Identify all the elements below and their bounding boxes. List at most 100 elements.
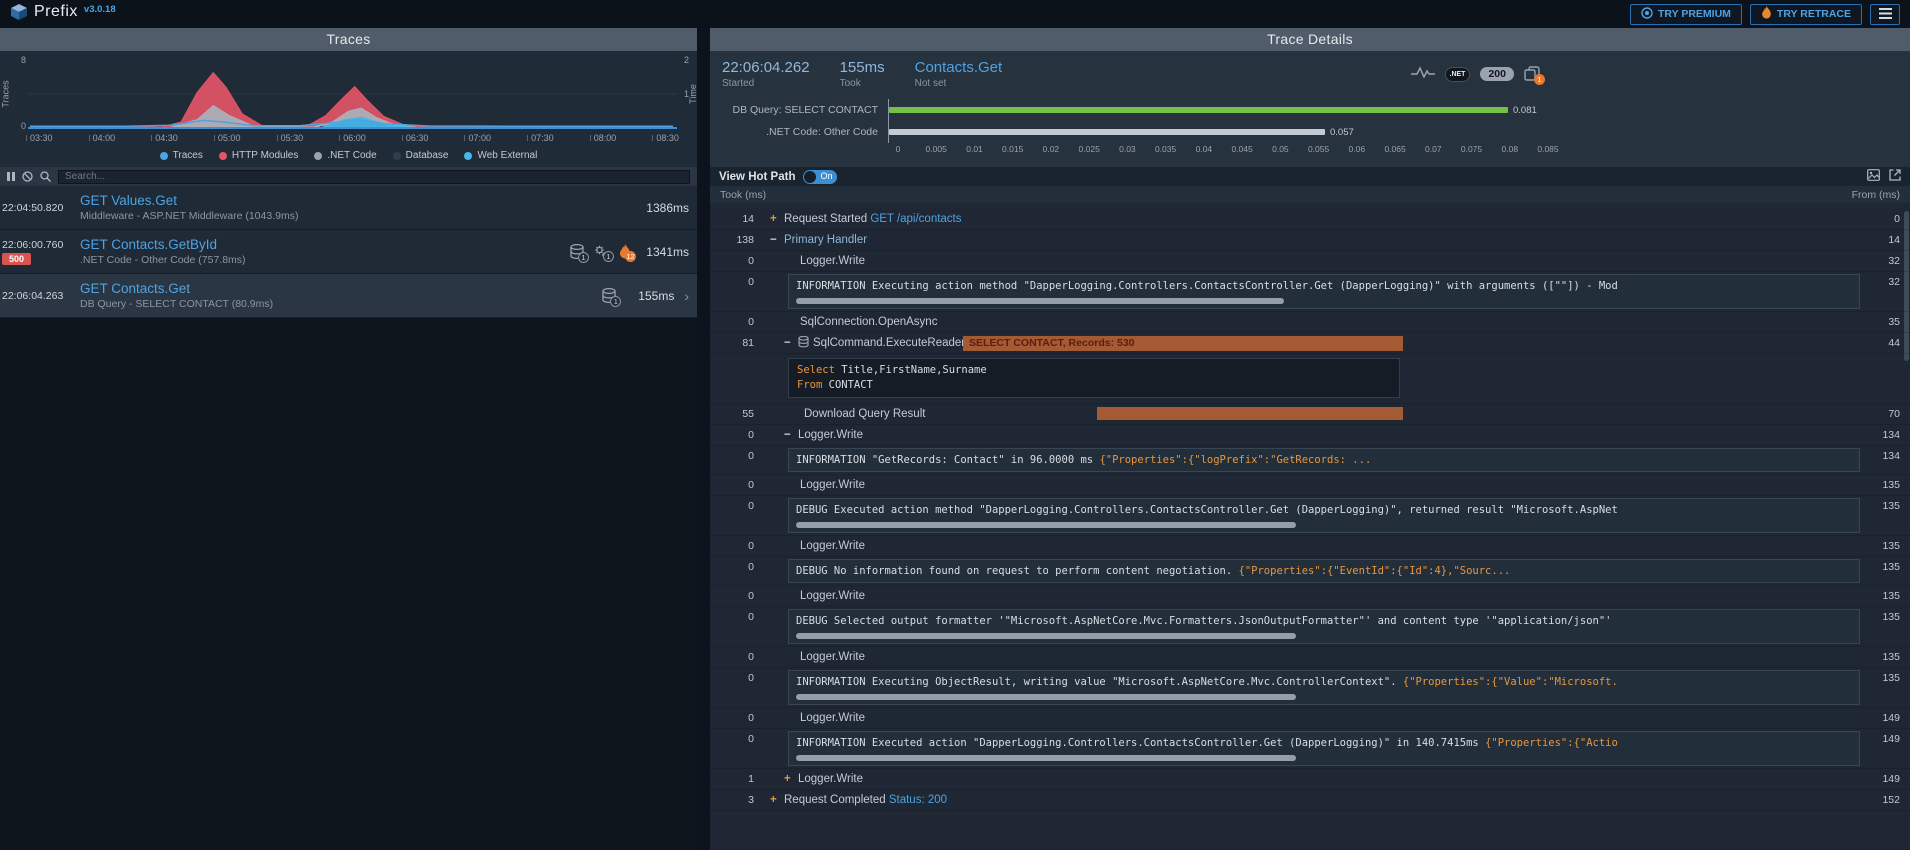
export-image-icon[interactable] [1867, 168, 1880, 186]
trace-title-link[interactable]: GET Contacts.Get [80, 281, 602, 296]
gears-icon: 1 [594, 244, 609, 259]
stat-took: 155ms Took [840, 59, 885, 89]
tree-row[interactable]: 0135DEBUG Selected output formatter '"Mi… [710, 607, 1910, 647]
tree-row[interactable]: 0149INFORMATION Executed action "DapperL… [710, 729, 1910, 769]
legend-dot [393, 152, 401, 160]
y-axis-tick-top: 8 [14, 55, 26, 65]
x-label-text: 05:30 [281, 133, 304, 143]
y-axis-title-left: Traces [1, 80, 11, 107]
tree-row-content: Logger.Write [800, 477, 1862, 493]
traces-panel-title: Traces [0, 28, 697, 51]
tree-row[interactable]: 0135Logger.Write [710, 586, 1910, 607]
trace-details-panel: Trace Details 22:06:04.262 Started 155ms… [710, 28, 1910, 850]
tree-link[interactable]: GET /api/contacts [870, 213, 961, 225]
tree-row[interactable]: Select Title,FirstName,SurnameFrom CONTA… [710, 354, 1910, 404]
tree-row[interactable]: 0135DEBUG No information found on reques… [710, 557, 1910, 586]
trace-right: 11121341ms [570, 244, 689, 260]
retrace-flame-icon [1761, 6, 1772, 22]
hotpath-toggle[interactable]: On [803, 170, 837, 184]
app-name: Prefix [34, 3, 78, 21]
menu-button[interactable] [1870, 4, 1900, 25]
expander-plus-icon[interactable]: + [770, 211, 780, 227]
prefix-logo-icon [10, 3, 28, 26]
legend-item-http-modules[interactable]: HTTP Modules [219, 150, 299, 161]
summary-stats: 22:06:04.262 Started 155ms Took Contacts… [722, 59, 1002, 89]
log-progress-bar [796, 755, 1296, 761]
took-cell: 0 [710, 450, 754, 462]
hotpath-highlight-bar: SELECT CONTACT, Records: 530 [963, 336, 1403, 351]
tree-row[interactable]: 3152+Request Completed Status: 200 [710, 790, 1910, 811]
traces-timeline-chart: 8 0 Traces 2 1 Time 03:3004:0004:3005:00… [0, 51, 697, 167]
trace-row[interactable]: 22:06:04.263GET Contacts.GetDB Query - S… [0, 274, 697, 318]
took-cell: 3 [710, 794, 754, 806]
log-progress-bar [796, 298, 1284, 304]
tree-row[interactable]: 0149Logger.Write [710, 708, 1910, 729]
tree-row[interactable]: 0135Logger.Write [710, 647, 1910, 668]
tree-row[interactable]: 032Logger.Write [710, 251, 1910, 272]
tree-row[interactable]: 5570Download Query Result [710, 404, 1910, 425]
trace-row[interactable]: 22:06:00.760500GET Contacts.GetById.NET … [0, 230, 697, 274]
tree-row[interactable]: 035SqlConnection.OpenAsync [710, 312, 1910, 333]
tree-row[interactable]: 0135Logger.Write [710, 475, 1910, 496]
axis-tick-label: 0.015 [1002, 144, 1023, 154]
tree-row[interactable]: 0135DEBUG Executed action method "Dapper… [710, 496, 1910, 536]
tree-row[interactable]: 8144−SqlCommand.ExecuteReaderAsyncSELECT… [710, 333, 1910, 354]
tree-row[interactable]: 0134INFORMATION "GetRecords: Contact" in… [710, 446, 1910, 475]
trace-title-link[interactable]: GET Values.Get [80, 193, 641, 208]
stack-icon[interactable]: 1 [1524, 66, 1540, 82]
trace-row[interactable]: 22:04:50.820GET Values.GetMiddleware - A… [0, 186, 697, 230]
from-cell: 70 [1864, 408, 1900, 420]
legend-label: HTTP Modules [232, 150, 299, 161]
premium-icon [1641, 7, 1653, 22]
tree-row-content: Logger.Write [800, 253, 1862, 269]
legend-item-web-external[interactable]: Web External [464, 150, 537, 161]
stat-started: 22:06:04.262 Started [722, 59, 810, 89]
took-cell: 138 [710, 234, 754, 246]
count-badge: 1 [578, 252, 589, 263]
legend-item-database[interactable]: Database [393, 150, 449, 161]
tree-row[interactable]: 0134−Logger.Write [710, 425, 1910, 446]
tree-row-content: INFORMATION Executed action "DapperLoggi… [788, 731, 1862, 766]
expander-plus-icon[interactable]: + [784, 771, 794, 787]
tree-row[interactable]: 13814−Primary Handler [710, 230, 1910, 251]
tree-row[interactable]: 1149+Logger.Write [710, 769, 1910, 790]
try-retrace-button[interactable]: TRY RETRACE [1750, 4, 1862, 25]
trace-title-link[interactable]: GET Contacts.GetById [80, 237, 570, 252]
x-label-text: 08:00 [594, 133, 617, 143]
y-axis-title-right: Time [688, 84, 698, 104]
pause-icon[interactable] [7, 172, 15, 181]
try-premium-button[interactable]: TRY PREMIUM [1630, 4, 1742, 25]
x-axis-label: 05:30 [277, 133, 304, 143]
expander-plus-icon[interactable]: + [770, 792, 780, 808]
search-input[interactable] [58, 170, 690, 184]
legend-item--net-code[interactable]: .NET Code [314, 150, 376, 161]
open-external-icon[interactable] [1889, 168, 1901, 186]
from-cell: 32 [1864, 276, 1900, 288]
tree-row[interactable]: 0135INFORMATION Executing ObjectResult, … [710, 668, 1910, 708]
from-cell: 134 [1864, 429, 1900, 441]
tree-row[interactable]: 140+Request Started GET /api/contacts [710, 209, 1910, 230]
trace-name-link[interactable]: Contacts.Get [915, 59, 1003, 76]
search-icon[interactable] [40, 171, 51, 182]
from-cell: 135 [1864, 672, 1900, 684]
trace-subtitle: DB Query - SELECT CONTACT (80.9ms) [80, 298, 602, 310]
tree-row-content: +Request Started GET /api/contacts [770, 211, 1862, 227]
log-message-box: INFORMATION Executing ObjectResult, writ… [788, 670, 1860, 705]
from-cell: 135 [1864, 611, 1900, 623]
trace-name-sub: Not set [915, 78, 1003, 89]
expander-minus-icon[interactable]: − [784, 335, 794, 351]
legend-item-traces[interactable]: Traces [160, 150, 203, 161]
dotnet-badge: .NET [1445, 67, 1471, 82]
axis-tick-label: 0.08 [1502, 144, 1519, 154]
expander-minus-icon[interactable]: − [784, 427, 794, 443]
trace-timestamp: 22:06:00.760 [2, 239, 63, 251]
x-label-text: 03:30 [30, 133, 53, 143]
clear-icon[interactable] [22, 171, 33, 182]
x-axis-label: 07:00 [464, 133, 491, 143]
tree-row[interactable]: 032INFORMATION Executing action method "… [710, 272, 1910, 312]
expander-minus-icon[interactable]: − [770, 232, 780, 248]
x-axis-label: 07:30 [527, 133, 554, 143]
tree-link[interactable]: Status: 200 [889, 794, 947, 806]
tree-row[interactable]: 0135Logger.Write [710, 536, 1910, 557]
took-cell: 1 [710, 773, 754, 785]
